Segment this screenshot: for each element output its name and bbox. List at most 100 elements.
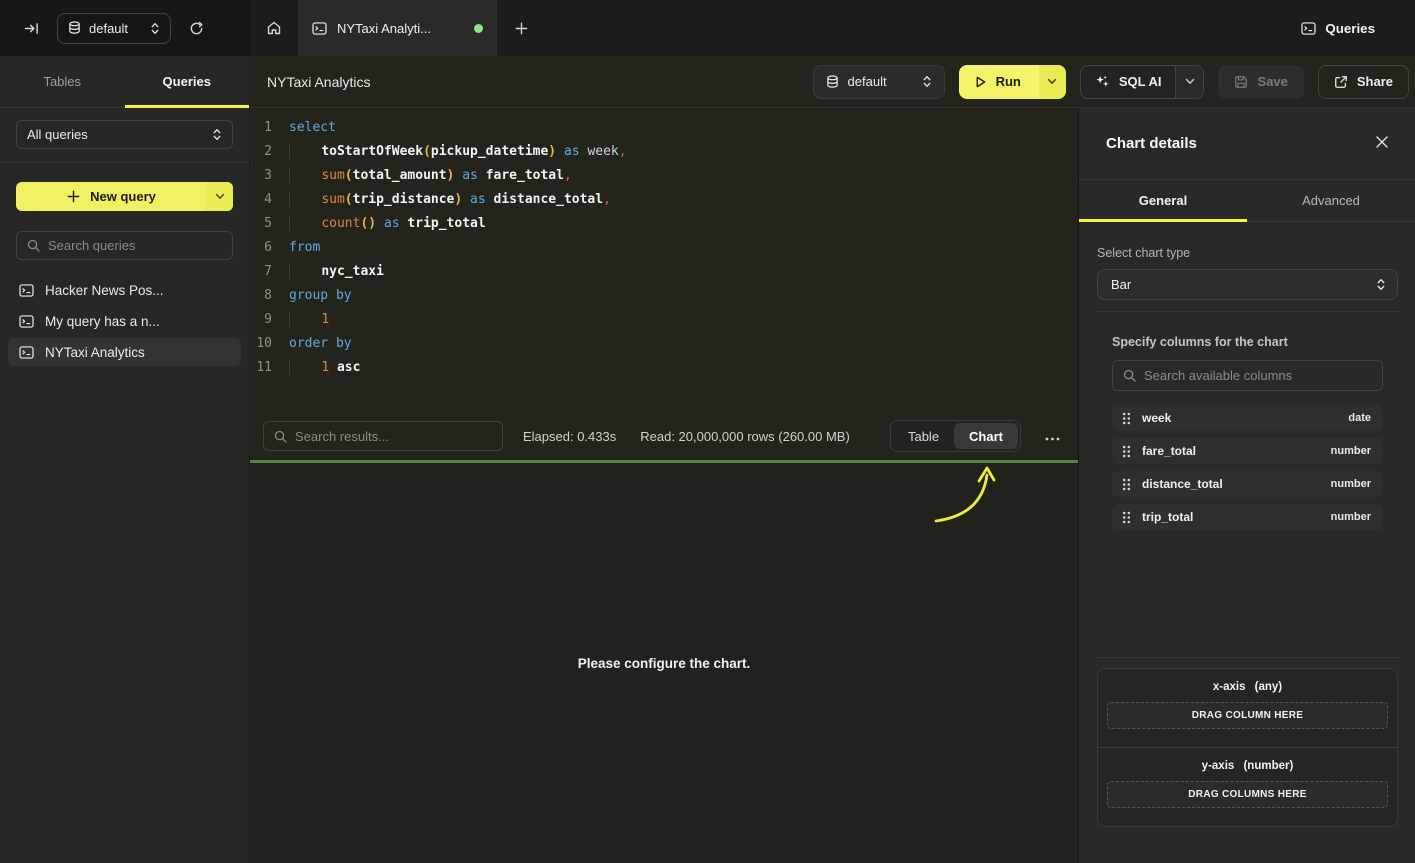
new-query-button-group: New query: [16, 182, 233, 211]
search-results-input[interactable]: [295, 429, 492, 444]
terminal-icon: [19, 346, 34, 359]
sql-ai-options-button[interactable]: [1175, 66, 1203, 98]
new-query-options-button[interactable]: [206, 182, 233, 211]
sidebar: All queries New query: [0, 108, 250, 863]
run-options-button[interactable]: [1039, 65, 1066, 99]
view-toggle-chart[interactable]: Chart: [954, 423, 1018, 449]
panel-tab-general[interactable]: General: [1079, 180, 1247, 221]
column-type: number: [1331, 478, 1371, 490]
search-columns-input[interactable]: [1144, 368, 1372, 383]
column-name: fare_total: [1142, 444, 1196, 458]
new-tab-button[interactable]: [497, 0, 545, 56]
close-icon: [1375, 135, 1389, 149]
query-item-label: Hacker News Pos...: [45, 283, 164, 298]
refresh-icon: [189, 21, 204, 36]
query-list-item[interactable]: NYTaxi Analytics: [8, 338, 241, 366]
code-line: 7 nyc_taxi: [250, 260, 1078, 284]
query-item-label: My query has a n...: [45, 314, 160, 329]
search-icon: [1123, 369, 1136, 382]
query-list-item[interactable]: Hacker News Pos...: [8, 276, 241, 304]
share-icon: [1334, 75, 1348, 89]
query-filter-select[interactable]: All queries: [16, 120, 233, 149]
database-icon: [826, 75, 839, 89]
search-queries-input[interactable]: [48, 238, 222, 253]
close-panel-button[interactable]: [1371, 131, 1393, 156]
code-text: select: [272, 116, 336, 140]
line-number: 3: [250, 164, 272, 188]
code-text: count() as trip_total: [272, 212, 486, 236]
run-button[interactable]: Run: [959, 65, 1039, 99]
share-button[interactable]: Share: [1318, 65, 1409, 99]
new-query-button[interactable]: New query: [16, 182, 206, 211]
query-list-item[interactable]: My query has a n...: [8, 307, 241, 335]
panel-body: Select chart type Bar Specify columns fo…: [1079, 222, 1415, 863]
code-text: toStartOfWeek(pickup_datetime) as week,: [272, 140, 627, 164]
search-results-field: [263, 421, 503, 451]
drag-handle-icon[interactable]: [1122, 478, 1131, 491]
column-name: trip_total: [1142, 510, 1193, 524]
service-selector-value: default: [89, 21, 142, 36]
terminal-icon: [312, 22, 327, 35]
panel-tab-label: General: [1139, 193, 1187, 208]
view-toggle-table[interactable]: Table: [893, 423, 954, 449]
column-name: distance_total: [1142, 477, 1223, 491]
query-list: Hacker News Pos... My query has a n... N…: [0, 276, 249, 366]
view-toggle: TableChart: [890, 420, 1021, 452]
column-chip-week[interactable]: week date: [1112, 405, 1383, 431]
topbar-right: Queries: [1301, 0, 1415, 56]
column-chip-trip_total[interactable]: trip_total number: [1112, 504, 1383, 530]
home-button[interactable]: [250, 0, 298, 56]
tab-strip: NYTaxi Analyti...: [250, 0, 1301, 56]
queries-nav-label: Queries: [1325, 21, 1375, 36]
column-type: number: [1331, 511, 1371, 523]
axis-drop-zone[interactable]: DRAG COLUMNS HERE: [1107, 781, 1388, 808]
column-list: week date fare_total number distance_tot…: [1112, 405, 1383, 530]
service-selector[interactable]: default: [57, 13, 171, 44]
query-title: NYTaxi Analytics: [267, 74, 370, 90]
code-text: nyc_taxi: [272, 260, 384, 284]
sidebar-tab[interactable]: Queries: [125, 56, 250, 107]
line-number: 4: [250, 188, 272, 212]
refresh-button[interactable]: [185, 17, 208, 40]
drag-handle-icon[interactable]: [1122, 445, 1131, 458]
sql-ai-button[interactable]: SQL AI: [1081, 66, 1176, 98]
read-stat: Read: 20,000,000 rows (260.00 MB): [640, 429, 850, 444]
axes-card: x-axis (any) DRAG COLUMN HERE y-axis (nu…: [1097, 668, 1398, 827]
more-options-button[interactable]: [1041, 426, 1064, 447]
line-number: 10: [250, 332, 272, 356]
queries-nav-button[interactable]: Queries: [1301, 21, 1375, 36]
sql-ai-button-group: SQL AI: [1080, 65, 1205, 99]
tab-nytaxi-analytics[interactable]: NYTaxi Analyti...: [298, 0, 497, 56]
collapse-sidebar-button[interactable]: [20, 17, 43, 40]
chart-type-select[interactable]: Bar: [1097, 269, 1398, 300]
chevron-down-icon: [215, 193, 225, 200]
unsaved-indicator-dot: [474, 24, 483, 33]
results-toolbar: Elapsed: 0.433s Read: 20,000,000 rows (2…: [250, 412, 1078, 460]
sql-editor[interactable]: 1 select 2 toStartOfWeek(pickup_datetime…: [250, 108, 1078, 412]
updown-chevron-icon: [922, 75, 932, 88]
column-chip-fare_total[interactable]: fare_total number: [1112, 438, 1383, 464]
new-query-label: New query: [90, 189, 156, 204]
axis-name: y-axis: [1202, 760, 1235, 772]
panel-title: Chart details: [1106, 135, 1197, 152]
axis-drop-zone[interactable]: DRAG COLUMN HERE: [1107, 702, 1388, 729]
sidebar-tab-label: Tables: [43, 74, 81, 89]
axis-section-x-axis: x-axis (any) DRAG COLUMN HERE: [1098, 669, 1397, 747]
drag-handle-icon[interactable]: [1122, 412, 1131, 425]
panel-tab-advanced[interactable]: Advanced: [1247, 180, 1415, 221]
code-text: 1 asc: [272, 356, 360, 380]
save-button[interactable]: Save: [1218, 65, 1303, 99]
axis-type-hint: (any): [1251, 681, 1282, 693]
updown-chevron-icon: [212, 128, 222, 141]
home-icon: [266, 20, 282, 36]
database-selector[interactable]: default: [813, 65, 945, 99]
chevron-down-icon: [1047, 78, 1057, 85]
line-number: 11: [250, 356, 272, 380]
code-line: 2 toStartOfWeek(pickup_datetime) as week…: [250, 140, 1078, 164]
sidebar-tab[interactable]: Tables: [0, 56, 125, 107]
drag-handle-icon[interactable]: [1122, 511, 1131, 524]
column-type: number: [1331, 445, 1371, 457]
column-chip-distance_total[interactable]: distance_total number: [1112, 471, 1383, 497]
line-number: 6: [250, 236, 272, 260]
columns-section: Specify columns for the chart week date …: [1097, 312, 1398, 530]
